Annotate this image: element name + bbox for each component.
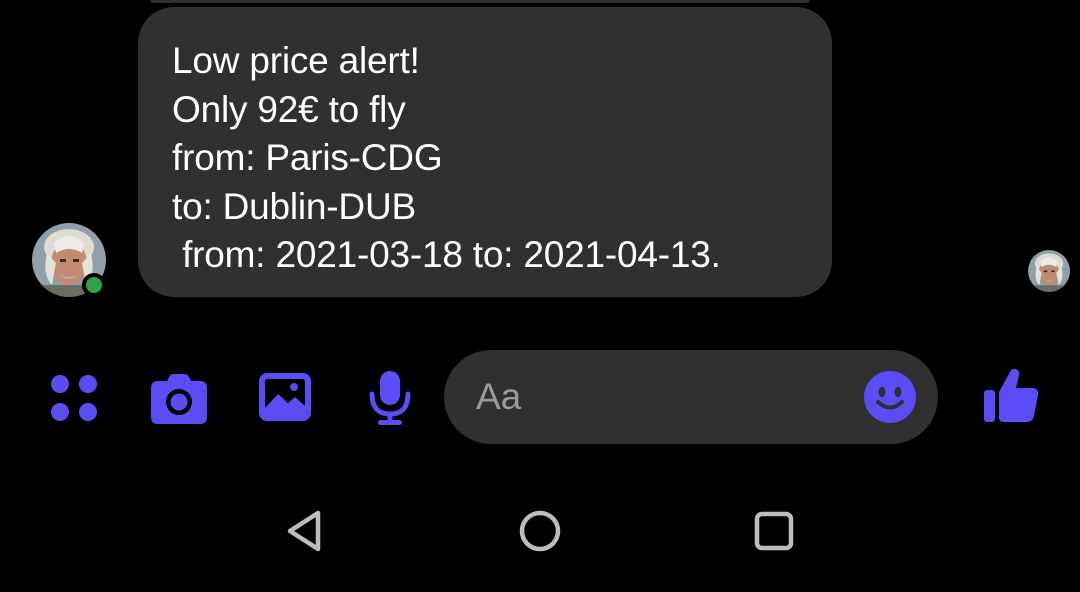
message-line: from: 2021-03-18 to: 2021-04-13. bbox=[172, 234, 721, 275]
message-composer[interactable] bbox=[444, 350, 938, 444]
home-icon[interactable] bbox=[518, 509, 562, 553]
message-line: to: Dublin-DUB bbox=[172, 185, 416, 227]
seen-receipt-avatar-image bbox=[1028, 250, 1070, 292]
microphone-icon[interactable] bbox=[368, 370, 412, 426]
camera-icon[interactable] bbox=[150, 373, 208, 425]
seen-receipt-avatar bbox=[1028, 250, 1070, 292]
message-line: Low price alert! bbox=[172, 40, 420, 81]
message-line: Only 92€ to fly bbox=[172, 88, 406, 130]
message-input[interactable] bbox=[476, 372, 836, 422]
online-status-indicator bbox=[82, 273, 106, 297]
thumbs-up-icon[interactable] bbox=[982, 366, 1040, 424]
emoji-icon[interactable] bbox=[864, 371, 916, 423]
message-line: from: Paris-CDG bbox=[172, 137, 443, 178]
gallery-icon[interactable] bbox=[258, 372, 312, 422]
menu-dots-icon[interactable] bbox=[50, 374, 98, 422]
recent-apps-icon[interactable] bbox=[754, 511, 794, 551]
message-bubble[interactable]: Low price alert! Only 92€ to fly from: P… bbox=[138, 7, 832, 297]
back-icon[interactable] bbox=[283, 508, 325, 554]
previous-message-bubble-edge bbox=[150, 0, 810, 3]
